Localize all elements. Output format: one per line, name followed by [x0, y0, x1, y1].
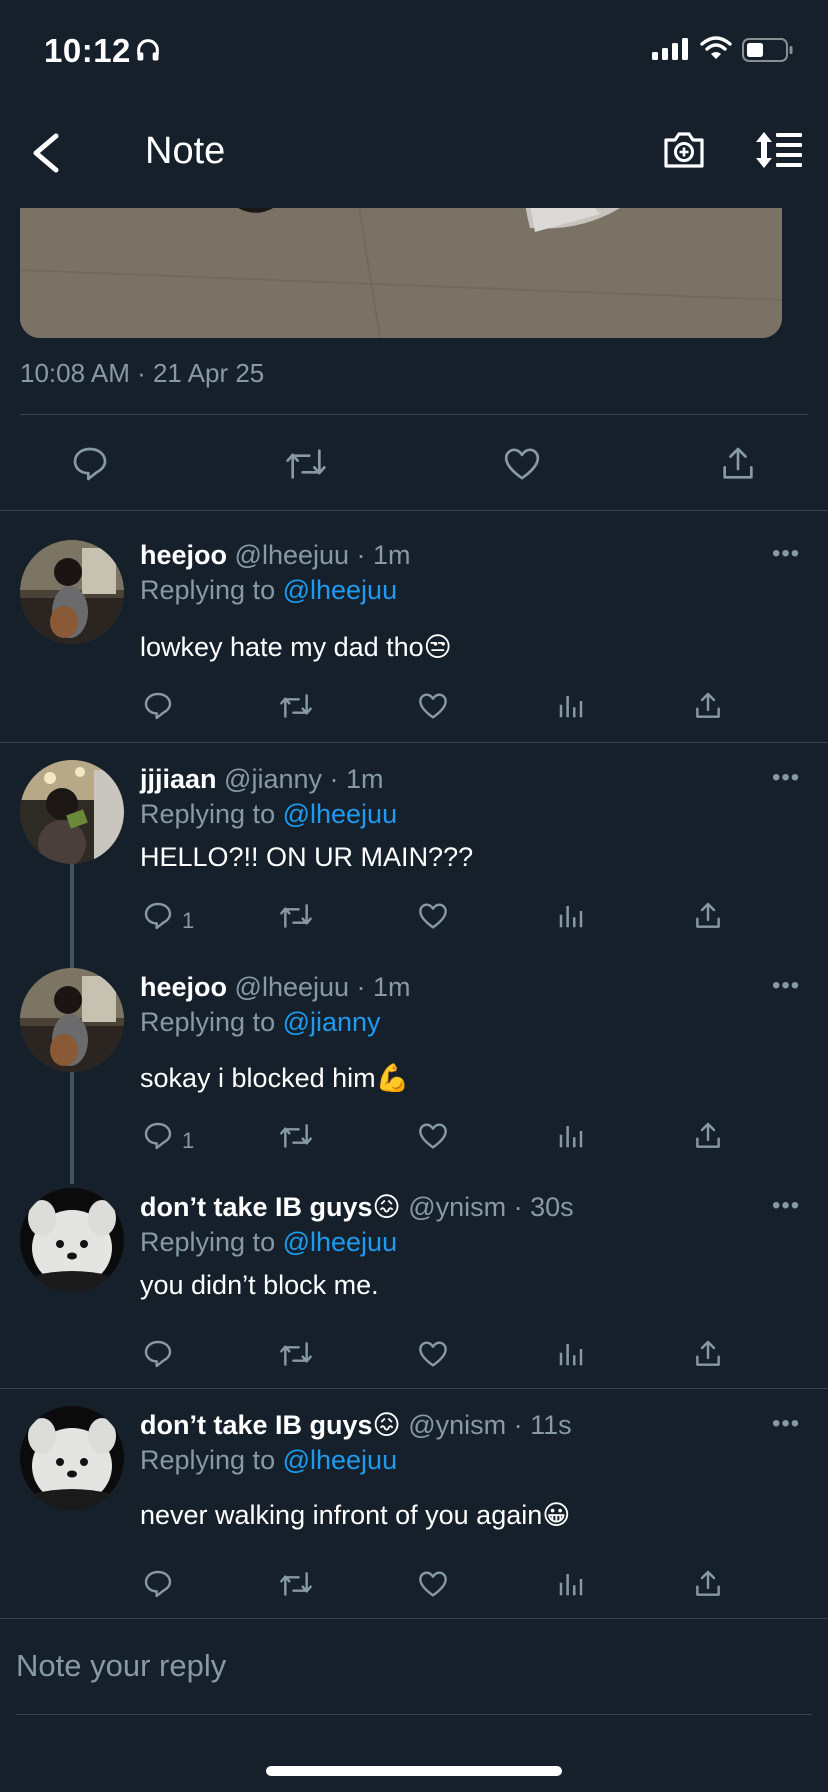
analytics-icon[interactable]	[556, 1120, 586, 1152]
display-name[interactable]: heejoo	[140, 972, 227, 1002]
replying-to-line: Replying to @lheejuu	[140, 1445, 397, 1476]
camera-button[interactable]	[662, 130, 706, 170]
analytics-icon[interactable]	[556, 1338, 586, 1370]
page-title: Note	[145, 130, 226, 172]
share-icon[interactable]	[718, 444, 758, 484]
mention-link[interactable]: @lheejuu	[283, 799, 398, 829]
replying-prefix: Replying to	[140, 799, 283, 829]
reply-text: lowkey hate my dad tho😒	[140, 632, 452, 662]
avatar[interactable]	[20, 540, 124, 644]
sort-replies-button[interactable]	[754, 130, 804, 170]
retweet-icon[interactable]	[284, 444, 328, 484]
analytics-icon[interactable]	[556, 690, 586, 722]
reply-input[interactable]: Note your reply	[16, 1648, 226, 1684]
replying-to-line: Replying to @lheejuu	[140, 799, 397, 830]
battery-icon	[742, 38, 794, 62]
analytics-icon[interactable]	[556, 900, 586, 932]
analytics-icon[interactable]	[556, 1568, 586, 1600]
reply-icon[interactable]	[70, 444, 110, 484]
reply-icon[interactable]	[142, 1120, 174, 1152]
more-options-button[interactable]: •••	[772, 972, 800, 1000]
handle-and-time: @jianny · 1m	[224, 764, 384, 794]
reply-action-bar	[0, 1338, 828, 1378]
nav-header: Note	[0, 96, 828, 208]
reply-count: 1	[182, 908, 195, 933]
cellular-signal-icon	[652, 38, 690, 60]
reply-action-bar	[0, 1568, 828, 1608]
reply-icon[interactable]	[142, 900, 174, 932]
headphones-icon	[134, 36, 162, 64]
like-heart-icon[interactable]	[417, 1338, 449, 1370]
reply-item[interactable]: don’t take IB guys😖 @ynism · 11s Replyin…	[0, 1388, 828, 1618]
home-indicator[interactable]	[266, 1766, 562, 1776]
reply-text: HELLO?!! ON UR MAIN???	[140, 842, 474, 872]
retweet-icon[interactable]	[278, 900, 314, 932]
share-icon[interactable]	[692, 1568, 724, 1600]
reply-text: you didn’t block me.	[140, 1270, 379, 1300]
tweet-timestamp: 10:08 AM · 21 Apr 25	[20, 358, 265, 388]
replying-to-line: Replying to @jianny	[140, 1007, 381, 1038]
replying-prefix: Replying to	[140, 1227, 283, 1257]
like-heart-icon[interactable]	[417, 900, 449, 932]
avatar[interactable]	[20, 1406, 124, 1510]
retweet-icon[interactable]	[278, 1120, 314, 1152]
reply-count: 1	[182, 1128, 195, 1153]
replying-prefix: Replying to	[140, 1445, 283, 1475]
back-button[interactable]	[26, 128, 66, 178]
mention-link[interactable]: @lheejuu	[283, 575, 398, 605]
mention-link[interactable]: @lheejuu	[283, 1227, 398, 1257]
like-heart-icon[interactable]	[417, 1568, 449, 1600]
avatar[interactable]	[20, 760, 124, 864]
replying-to-line: Replying to @lheejuu	[140, 1227, 397, 1258]
reply-item[interactable]: jjjiaan @jianny · 1m Replying to @lheeju…	[0, 742, 828, 950]
display-name[interactable]: heejoo	[140, 540, 227, 570]
reply-action-bar	[0, 690, 828, 730]
retweet-icon[interactable]	[278, 1338, 314, 1370]
reply-item[interactable]: heejoo @lheejuu · 1m Replying to @jianny…	[0, 950, 828, 1180]
more-options-button[interactable]: •••	[772, 540, 800, 568]
handle-and-time: @ynism · 30s	[408, 1192, 574, 1222]
reply-composer[interactable]: Note your reply	[0, 1618, 828, 1718]
display-name[interactable]: don’t take IB guys😖	[140, 1410, 401, 1440]
share-icon[interactable]	[692, 1120, 724, 1152]
display-name[interactable]: jjjiaan	[140, 764, 217, 794]
share-icon[interactable]	[692, 1338, 724, 1370]
handle-and-time: @ynism · 11s	[408, 1410, 572, 1440]
reply-text: never walking infront of you again😀	[140, 1500, 571, 1530]
avatar[interactable]	[20, 1188, 124, 1292]
reply-item[interactable]: heejoo @lheejuu · 1m Replying to @lheeju…	[0, 510, 828, 742]
tweet-action-bar	[0, 414, 828, 510]
replying-prefix: Replying to	[140, 1007, 283, 1037]
replying-prefix: Replying to	[140, 575, 283, 605]
share-icon[interactable]	[692, 900, 724, 932]
more-options-button[interactable]: •••	[772, 1410, 800, 1438]
replying-to-line: Replying to @lheejuu	[140, 575, 397, 606]
share-icon[interactable]	[692, 690, 724, 722]
more-options-button[interactable]: •••	[772, 764, 800, 792]
retweet-icon[interactable]	[278, 1568, 314, 1600]
handle-and-time: @lheejuu · 1m	[234, 540, 411, 570]
reply-icon[interactable]	[142, 690, 174, 722]
handle-and-time: @lheejuu · 1m	[234, 972, 411, 1002]
reply-action-bar: 1	[0, 900, 828, 940]
like-heart-icon[interactable]	[502, 444, 542, 484]
divider	[16, 1714, 812, 1715]
display-name[interactable]: don’t take IB guys😖	[140, 1192, 401, 1222]
reply-action-bar: 1	[0, 1120, 828, 1160]
wifi-icon	[700, 36, 732, 60]
reply-icon[interactable]	[142, 1338, 174, 1370]
like-heart-icon[interactable]	[417, 690, 449, 722]
mention-link[interactable]: @jianny	[283, 1007, 381, 1037]
more-options-button[interactable]: •••	[772, 1192, 800, 1220]
reply-icon[interactable]	[142, 1568, 174, 1600]
reply-item[interactable]: don’t take IB guys😖 @ynism · 30s Replyin…	[0, 1170, 828, 1388]
status-bar: 10:12	[0, 0, 828, 96]
like-heart-icon[interactable]	[417, 1120, 449, 1152]
reply-text: sokay i blocked him💪	[140, 1063, 410, 1093]
status-time: 10:12	[44, 32, 131, 69]
avatar[interactable]	[20, 968, 124, 1072]
retweet-icon[interactable]	[278, 690, 314, 722]
mention-link[interactable]: @lheejuu	[283, 1445, 398, 1475]
